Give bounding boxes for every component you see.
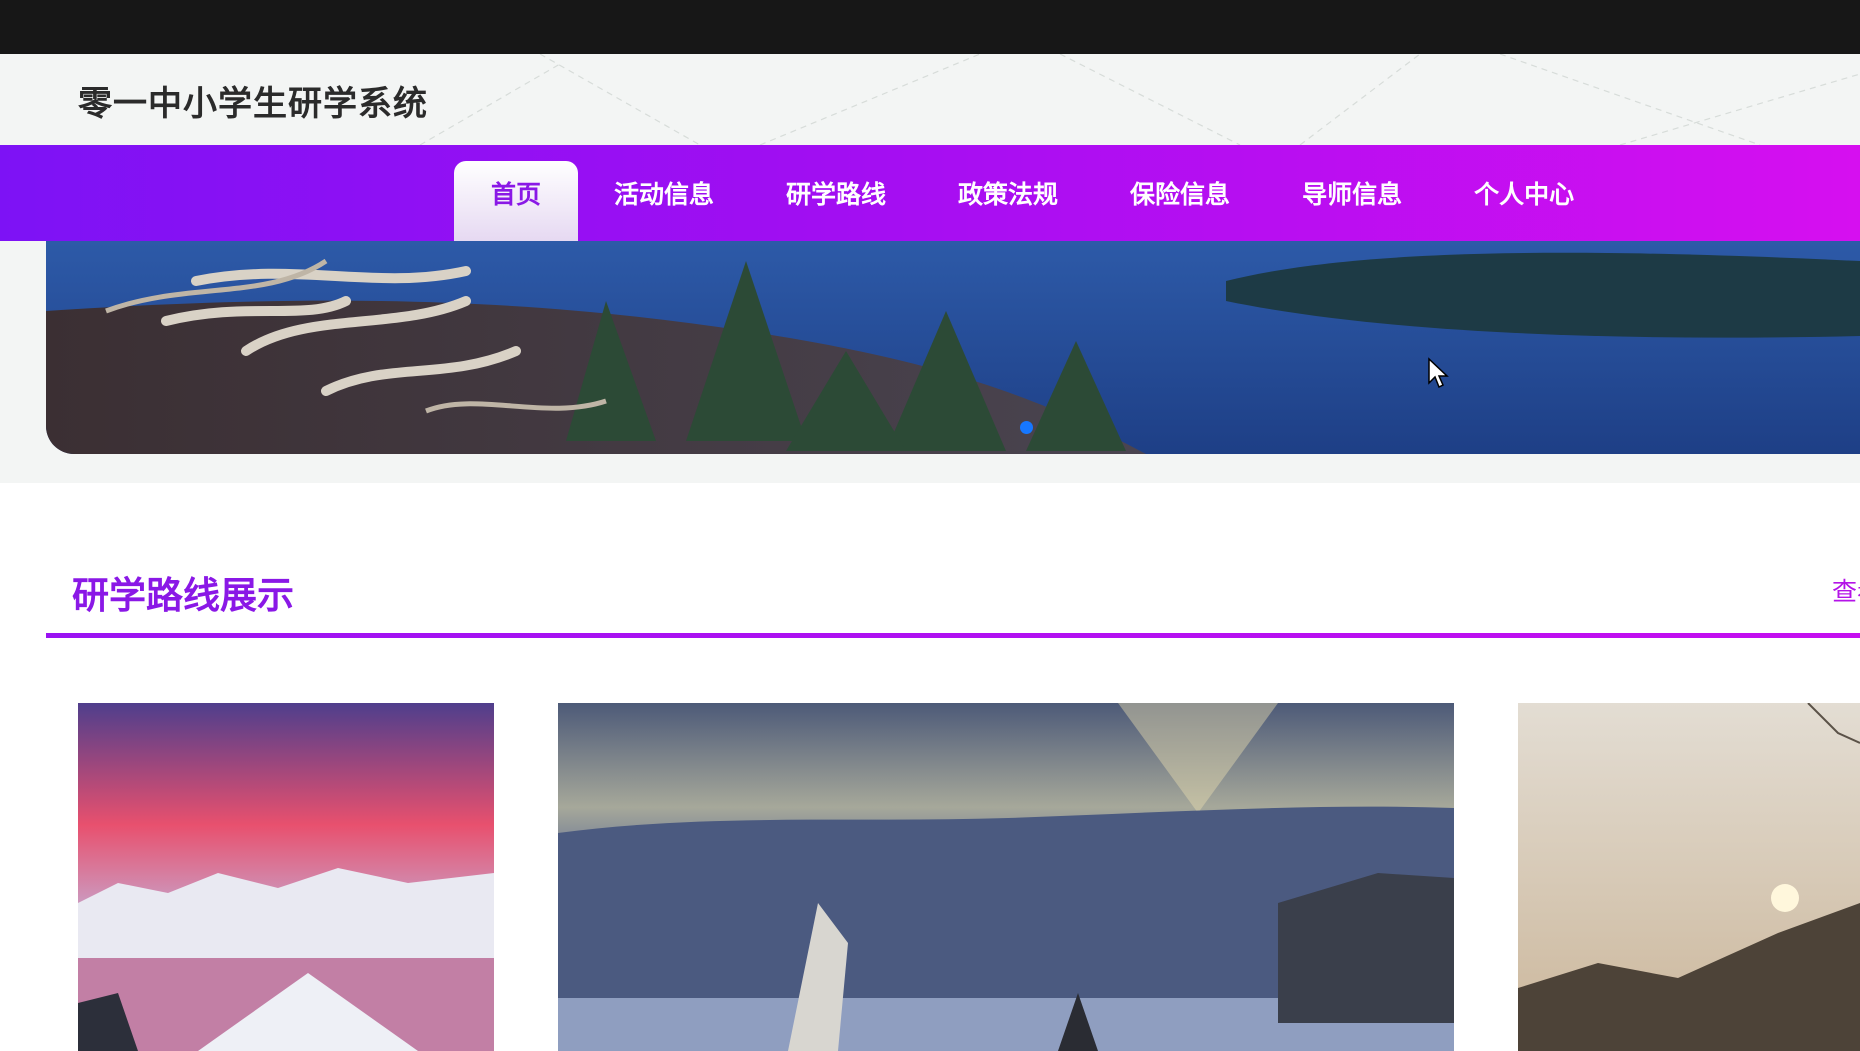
nav-item-profile[interactable]: 个人中心 xyxy=(1438,161,1610,241)
nav-item-mentors[interactable]: 导师信息 xyxy=(1266,161,1438,241)
site-header: 零一中小学生研学系统 xyxy=(0,54,1860,145)
browser-top-bar xyxy=(0,0,1860,54)
mouse-cursor-icon xyxy=(1428,357,1449,389)
route-card-image xyxy=(78,703,494,1051)
route-card-2[interactable] xyxy=(558,703,1454,1051)
site-title: 零一中小学生研学系统 xyxy=(78,84,428,124)
nav-item-activities[interactable]: 活动信息 xyxy=(578,161,750,241)
carousel-banner[interactable] xyxy=(46,241,1860,454)
route-card-1[interactable] xyxy=(78,703,494,1051)
banner-landscape-image xyxy=(46,241,1860,454)
nav-item-insurance[interactable]: 保险信息 xyxy=(1094,161,1266,241)
route-card-image xyxy=(1518,703,1860,1051)
nav-item-routes[interactable]: 研学路线 xyxy=(750,161,922,241)
main-nav: 首页 活动信息 研学路线 政策法规 保险信息 导师信息 个人中心 xyxy=(0,145,1860,241)
carousel-area xyxy=(0,241,1860,483)
nav-item-policies[interactable]: 政策法规 xyxy=(922,161,1094,241)
route-card-3[interactable] xyxy=(1518,703,1860,1051)
route-card-image xyxy=(558,703,1454,1051)
section-divider xyxy=(46,633,1860,638)
section-title: 研学路线展示 xyxy=(72,574,294,617)
carousel-indicator-dot[interactable] xyxy=(1020,421,1033,434)
nav-item-home[interactable]: 首页 xyxy=(454,161,578,241)
view-more-link[interactable]: 查看更多 xyxy=(1832,572,1860,608)
